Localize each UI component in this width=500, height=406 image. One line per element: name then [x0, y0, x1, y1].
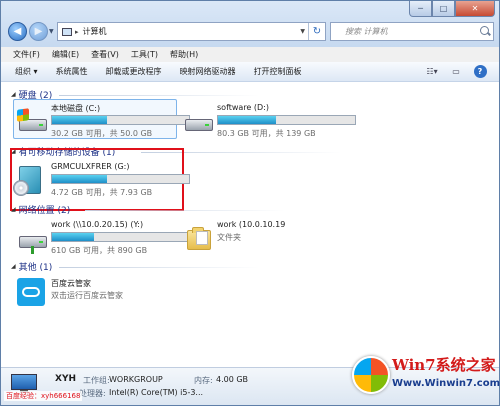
- close-button[interactable]: ✕: [455, 1, 495, 17]
- usage-bar: [51, 174, 190, 184]
- recent-pages-dropdown-icon[interactable]: ▼: [49, 28, 54, 35]
- hard-drive-icon: [183, 109, 215, 131]
- usage-bar-fill: [52, 175, 107, 183]
- cpu-value: Intel(R) Core(TM) i5-3...: [109, 388, 204, 397]
- network-cable-icon: [31, 246, 34, 254]
- item-name: 百度云管家: [51, 279, 91, 288]
- menu-help[interactable]: 帮助(H): [170, 47, 198, 62]
- cpu-label: 处理器:: [79, 389, 106, 398]
- search-placeholder: 搜索 计算机: [345, 27, 388, 36]
- maximize-button[interactable]: □: [432, 1, 455, 17]
- group-header-network[interactable]: ◢ 网络位置 (2): [11, 203, 70, 216]
- organize-button[interactable]: 组织 ▾: [15, 66, 38, 77]
- folder-icon: [183, 226, 215, 250]
- menu-bar: 文件(F) 编辑(E) 查看(V) 工具(T) 帮助(H): [1, 47, 499, 62]
- baidu-cloud-icon: [17, 278, 45, 306]
- refresh-icon[interactable]: ↻: [308, 23, 325, 40]
- drive-space-info: 30.2 GB 可用，共 50.0 GB: [51, 129, 153, 138]
- windows-logo-icon: [352, 356, 390, 394]
- memory-value: 4.00 GB: [216, 375, 249, 384]
- group-title: 网络位置 (2): [18, 206, 71, 216]
- breadcrumb-arrow-icon[interactable]: ▸: [75, 28, 79, 36]
- baidu-cloud-item[interactable]: 百度云管家 双击运行百度云管家: [17, 278, 177, 312]
- watermark-badge: 百度经验：xyh666168: [4, 391, 83, 401]
- usage-bar-fill: [218, 116, 276, 124]
- disc-icon: [13, 180, 29, 196]
- usage-bar: [217, 115, 356, 125]
- help-button[interactable]: ?: [473, 65, 487, 78]
- cloud-shape: [22, 287, 40, 297]
- monitor-screen: [11, 374, 37, 390]
- search-icon[interactable]: [480, 26, 489, 35]
- collapse-icon[interactable]: ◢: [11, 91, 16, 98]
- network-drive-icon: [17, 226, 49, 254]
- group-divider: [59, 95, 259, 96]
- menu-view[interactable]: 查看(V): [91, 47, 119, 62]
- folder-name: work (10.0.10.19: [217, 220, 286, 229]
- drive-body: [185, 119, 213, 131]
- hard-drive-icon: [17, 108, 49, 131]
- preview-pane-icon[interactable]: ▭: [449, 65, 463, 78]
- drive-g[interactable]: GRMCULXFRER (G:) 4.72 GB 可用，共 7.93 GB: [13, 162, 190, 202]
- drive-c[interactable]: 本地磁盘 (C:) 30.2 GB 可用，共 50.0 GB: [17, 103, 190, 139]
- minimize-button[interactable]: ─: [409, 1, 432, 17]
- forward-button[interactable]: ▶: [29, 22, 48, 41]
- folder-type: 文件夹: [217, 233, 241, 242]
- window-controls: ─ □ ✕: [409, 1, 495, 17]
- search-input[interactable]: 搜索 计算机: [330, 22, 494, 41]
- group-header-other[interactable]: ◢ 其他 (1): [11, 260, 52, 273]
- view-controls: ☷▾ ▭ ?: [415, 65, 487, 78]
- drive-space-info: 80.3 GB 可用，共 139 GB: [217, 129, 316, 138]
- drive-space-info: 610 GB 可用，共 890 GB: [51, 246, 148, 255]
- windows-logo-icon: [17, 108, 29, 122]
- watermark-url: Www.Winwin7.com: [392, 378, 500, 389]
- open-control-panel-button[interactable]: 打开控制面板: [254, 66, 302, 77]
- address-dropdown-icon[interactable]: ▼: [300, 28, 305, 35]
- drive-space-info: 4.72 GB 可用，共 7.93 GB: [51, 188, 153, 197]
- usage-bar-fill: [52, 116, 107, 124]
- usage-bar-fill: [52, 233, 95, 241]
- network-folder[interactable]: work (10.0.10.19 文件夹: [183, 220, 343, 256]
- drive-d[interactable]: software (D:) 80.3 GB 可用，共 139 GB: [183, 103, 356, 139]
- collapse-icon[interactable]: ◢: [11, 206, 16, 213]
- back-button[interactable]: ◀: [8, 22, 27, 41]
- command-bar: 组织 ▾ 系统属性 卸载或更改程序 映射网络驱动器 打开控制面板 ☷▾ ▭ ?: [1, 62, 499, 82]
- site-watermark: Win7系统之家 Www.Winwin7.com: [352, 352, 500, 404]
- usage-bar: [51, 232, 190, 242]
- workgroup-value: WORKGROUP: [109, 375, 163, 384]
- menu-tools[interactable]: 工具(T): [131, 47, 158, 62]
- menu-edit[interactable]: 编辑(E): [52, 47, 79, 62]
- title-bar: ─ □ ✕ ◀ ▶ ▼ ▸ 计算机 ▼ ↻ 搜索 计算机: [1, 1, 499, 47]
- computer-name: XYH: [55, 374, 76, 384]
- drive-name: GRMCULXFRER (G:): [51, 162, 130, 171]
- folder-sheet: [196, 231, 208, 245]
- group-divider: [85, 210, 285, 211]
- drive-name: software (D:): [217, 103, 269, 112]
- item-description: 双击运行百度云管家: [51, 291, 123, 300]
- watermark-title: Win7系统之家: [392, 356, 496, 374]
- drive-y[interactable]: work (\\10.0.20.15) (Y:) 610 GB 可用，共 890…: [17, 220, 190, 256]
- folder-body: [187, 227, 211, 250]
- content-pane: ◢ 硬盘 (2) 本地磁盘 (C:) 30.2 GB 可用，共 50.0 GB …: [1, 82, 499, 367]
- uninstall-program-button[interactable]: 卸载或更改程序: [106, 66, 162, 77]
- drive-name: 本地磁盘 (C:): [51, 104, 101, 113]
- help-icon: ?: [473, 65, 487, 78]
- address-bar[interactable]: ▸ 计算机 ▼ ↻: [57, 22, 326, 41]
- workgroup-label: 工作组:: [83, 376, 110, 385]
- system-properties-button[interactable]: 系统属性: [56, 66, 88, 77]
- group-divider: [59, 267, 259, 268]
- explorer-window: ─ □ ✕ ◀ ▶ ▼ ▸ 计算机 ▼ ↻ 搜索 计算机 文件(F) 编辑(E)…: [0, 0, 500, 406]
- address-path[interactable]: 计算机: [83, 26, 107, 37]
- menu-file[interactable]: 文件(F): [13, 47, 40, 62]
- view-options-icon[interactable]: ☷▾: [425, 65, 439, 78]
- collapse-icon[interactable]: ◢: [11, 263, 16, 270]
- memory-label: 内存:: [194, 376, 213, 385]
- usage-bar: [51, 115, 190, 125]
- removable-drive-icon: [13, 166, 49, 196]
- drive-name: work (\\10.0.20.15) (Y:): [51, 220, 144, 229]
- computer-icon: [62, 27, 72, 36]
- map-network-drive-button[interactable]: 映射网络驱动器: [180, 66, 236, 77]
- group-title: 其他 (1): [18, 263, 53, 273]
